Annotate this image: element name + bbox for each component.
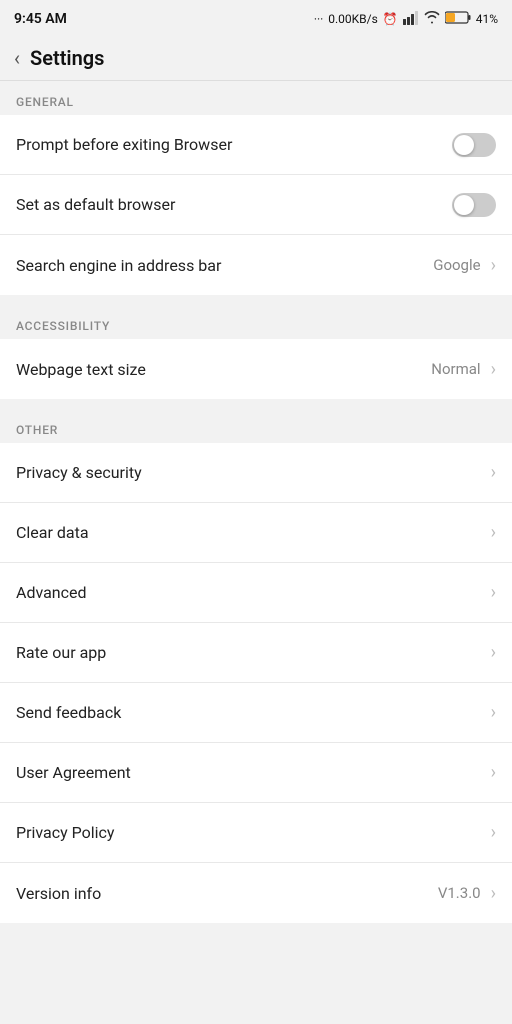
clear-data-item[interactable]: Clear data › [0, 503, 512, 563]
advanced-right: › [487, 582, 496, 603]
battery-icon [445, 11, 471, 27]
header: ‹ Settings [0, 36, 512, 81]
advanced-label: Advanced [16, 583, 487, 602]
divider-1 [0, 295, 512, 305]
network-dots: ··· [314, 12, 323, 26]
send-feedback-label: Send feedback [16, 703, 487, 722]
status-bar: 9:45 AM ··· 0.00KB/s ⏰ [0, 0, 512, 36]
user-agreement-item[interactable]: User Agreement › [0, 743, 512, 803]
privacy-policy-item[interactable]: Privacy Policy › [0, 803, 512, 863]
search-engine-label: Search engine in address bar [16, 256, 433, 275]
version-info-chevron: › [491, 883, 496, 904]
alarm-icon: ⏰ [383, 12, 398, 26]
clear-data-right: › [487, 522, 496, 543]
default-browser-toggle[interactable] [452, 193, 496, 217]
search-engine-right: Google › [433, 255, 496, 276]
wifi-icon [424, 11, 440, 27]
page-title: Settings [30, 46, 104, 70]
rate-app-chevron: › [491, 642, 496, 663]
status-right: ··· 0.00KB/s ⏰ 41% [314, 11, 498, 28]
version-info-item[interactable]: Version info V1.3.0 › [0, 863, 512, 923]
default-browser-right [452, 193, 496, 217]
network-speed: 0.00KB/s [328, 12, 378, 26]
privacy-policy-label: Privacy Policy [16, 823, 487, 842]
text-size-chevron: › [491, 359, 496, 380]
prompt-before-exit-toggle[interactable] [452, 133, 496, 157]
send-feedback-right: › [487, 702, 496, 723]
status-time: 9:45 AM [14, 11, 67, 27]
section-accessibility: ACCESSIBILITY [0, 305, 512, 339]
rate-app-item[interactable]: Rate our app › [0, 623, 512, 683]
rate-app-label: Rate our app [16, 643, 487, 662]
privacy-policy-chevron: › [491, 822, 496, 843]
send-feedback-chevron: › [491, 702, 496, 723]
prompt-before-exit-label: Prompt before exiting Browser [16, 135, 452, 154]
search-engine-value: Google [433, 256, 480, 274]
text-size-right: Normal › [431, 359, 496, 380]
advanced-chevron: › [491, 582, 496, 603]
default-browser-label: Set as default browser [16, 195, 452, 214]
search-engine-chevron: › [491, 255, 496, 276]
privacy-security-right: › [487, 462, 496, 483]
privacy-policy-right: › [487, 822, 496, 843]
text-size-item[interactable]: Webpage text size Normal › [0, 339, 512, 399]
user-agreement-right: › [487, 762, 496, 783]
advanced-item[interactable]: Advanced › [0, 563, 512, 623]
clear-data-chevron: › [491, 522, 496, 543]
battery-percent: 41% [476, 12, 498, 26]
text-size-value: Normal [431, 360, 480, 378]
privacy-security-label: Privacy & security [16, 463, 487, 482]
user-agreement-label: User Agreement [16, 763, 487, 782]
search-engine-item[interactable]: Search engine in address bar Google › [0, 235, 512, 295]
privacy-security-item[interactable]: Privacy & security › [0, 443, 512, 503]
section-general: GENERAL [0, 81, 512, 115]
rate-app-right: › [487, 642, 496, 663]
other-settings-list: Privacy & security › Clear data › Advanc… [0, 443, 512, 923]
signal-icon [403, 11, 419, 28]
accessibility-settings-list: Webpage text size Normal › [0, 339, 512, 399]
user-agreement-chevron: › [491, 762, 496, 783]
text-size-label: Webpage text size [16, 360, 431, 379]
version-info-right: V1.3.0 › [438, 883, 496, 904]
back-button[interactable]: ‹ [14, 48, 20, 68]
prompt-before-exit-right [452, 133, 496, 157]
section-other: OTHER [0, 409, 512, 443]
send-feedback-item[interactable]: Send feedback › [0, 683, 512, 743]
default-browser-item[interactable]: Set as default browser [0, 175, 512, 235]
privacy-security-chevron: › [491, 462, 496, 483]
clear-data-label: Clear data [16, 523, 487, 542]
version-info-label: Version info [16, 884, 438, 903]
divider-2 [0, 399, 512, 409]
general-settings-list: Prompt before exiting Browser Set as def… [0, 115, 512, 295]
prompt-before-exit-item[interactable]: Prompt before exiting Browser [0, 115, 512, 175]
version-info-value: V1.3.0 [438, 884, 481, 902]
